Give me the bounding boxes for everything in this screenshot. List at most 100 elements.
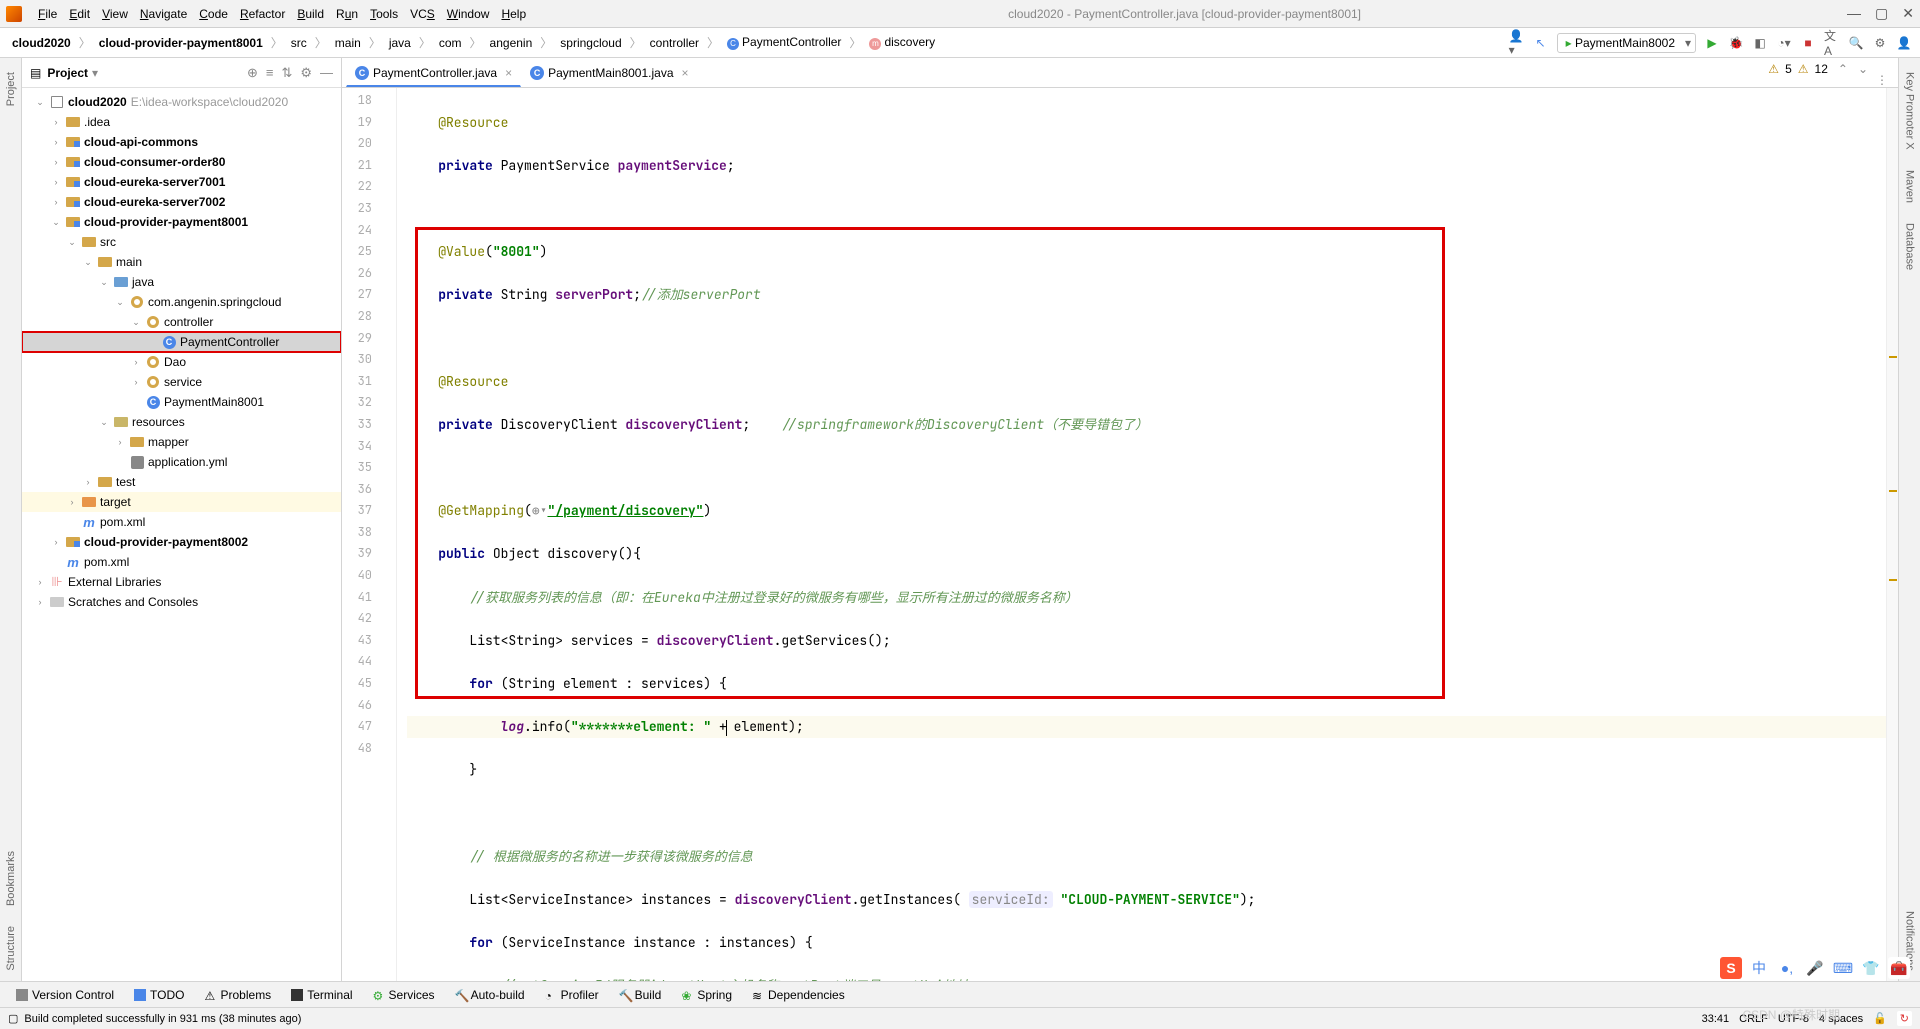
- add-user-icon[interactable]: 👤▾: [1509, 35, 1525, 51]
- tool-problems[interactable]: ⚠Problems: [197, 986, 280, 1004]
- tree-controller[interactable]: ⌄controller: [22, 312, 341, 332]
- select-opened-icon[interactable]: ⊕: [247, 65, 258, 81]
- tree-payment-controller[interactable]: CPaymentController: [22, 332, 341, 352]
- minimize-icon[interactable]: —: [1847, 5, 1861, 22]
- tool-spring[interactable]: ❀Spring: [673, 986, 740, 1004]
- mini-map[interactable]: [1886, 88, 1898, 981]
- search-icon[interactable]: 🔍: [1848, 35, 1864, 51]
- close-icon[interactable]: ✕: [1902, 5, 1914, 22]
- stop-icon[interactable]: ■: [1800, 35, 1816, 51]
- gutter[interactable]: 1819202122232425262728293031323334353637…: [342, 88, 397, 981]
- coverage-icon[interactable]: ◧: [1752, 35, 1768, 51]
- panel-settings-icon[interactable]: ⚙: [300, 65, 312, 81]
- tree-scratches[interactable]: ›Scratches and Consoles: [22, 592, 341, 612]
- run-icon[interactable]: ▶: [1704, 35, 1720, 51]
- menu-file[interactable]: File: [32, 3, 63, 25]
- tree-app-yml[interactable]: application.yml: [22, 452, 341, 472]
- profile-icon[interactable]: ◔▾: [1776, 35, 1792, 51]
- tree-payment8002[interactable]: ›cloud-provider-payment8002: [22, 532, 341, 552]
- status-restart-icon[interactable]: ↻: [1897, 1011, 1912, 1026]
- crumb-angenin[interactable]: angenin: [486, 34, 537, 52]
- menu-window[interactable]: Window: [441, 3, 496, 25]
- tree-java[interactable]: ⌄java: [22, 272, 341, 292]
- tool-database-tab[interactable]: Database: [1904, 223, 1916, 270]
- tree-main[interactable]: ⌄main: [22, 252, 341, 272]
- tree-target[interactable]: ›target: [22, 492, 341, 512]
- prev-highlight-icon[interactable]: ⌃: [1838, 62, 1848, 76]
- tree-eureka7002[interactable]: ›cloud-eureka-server7002: [22, 192, 341, 212]
- tool-todo[interactable]: TODO: [126, 986, 192, 1004]
- menu-tools[interactable]: Tools: [364, 3, 404, 25]
- tool-dependencies[interactable]: ≋Dependencies: [744, 986, 853, 1004]
- tab-payment-main[interactable]: CPaymentMain8001.java×: [521, 59, 697, 87]
- tree-idea[interactable]: ›.idea: [22, 112, 341, 132]
- tool-maven-tab[interactable]: Maven: [1904, 170, 1916, 203]
- collapse-all-icon[interactable]: ⇅: [281, 65, 292, 81]
- tree-eureka7001[interactable]: ›cloud-eureka-server7001: [22, 172, 341, 192]
- ime-sogou-icon[interactable]: S: [1720, 957, 1742, 979]
- crumb-project[interactable]: cloud2020: [8, 34, 75, 52]
- run-config-dropdown[interactable]: ▸ PaymentMain8002: [1557, 33, 1696, 53]
- tree-pom2[interactable]: mpom.xml: [22, 552, 341, 572]
- project-tree[interactable]: ⌄cloud2020E:\idea-workspace\cloud2020 ›.…: [22, 88, 341, 981]
- tool-services[interactable]: ⚙Services: [365, 986, 443, 1004]
- tool-structure-tab[interactable]: Structure: [5, 926, 17, 971]
- tree-src[interactable]: ⌄src: [22, 232, 341, 252]
- tool-bookmarks-tab[interactable]: Bookmarks: [5, 851, 17, 906]
- menu-help[interactable]: Help: [495, 3, 532, 25]
- menu-run[interactable]: Run: [330, 3, 364, 25]
- project-panel-dropdown[interactable]: ▾: [92, 66, 98, 80]
- tabs-more-icon[interactable]: ⋮: [1866, 73, 1898, 87]
- status-indent[interactable]: 4 spaces: [1819, 1013, 1863, 1025]
- status-icon[interactable]: ▢: [8, 1012, 18, 1025]
- menu-edit[interactable]: Edit: [63, 3, 96, 25]
- tree-consumer[interactable]: ›cloud-consumer-order80: [22, 152, 341, 172]
- tree-resources[interactable]: ⌄resources: [22, 412, 341, 432]
- crumb-com[interactable]: com: [435, 34, 466, 52]
- tool-build[interactable]: 🔨Build: [611, 986, 670, 1004]
- panel-hide-icon[interactable]: —: [320, 65, 333, 80]
- avatar-icon[interactable]: 👤: [1896, 35, 1912, 51]
- expand-all-icon[interactable]: ≡: [266, 65, 274, 80]
- ime-skin-icon[interactable]: 👕: [1860, 957, 1882, 979]
- tree-pom1[interactable]: mpom.xml: [22, 512, 341, 532]
- tree-payment-main[interactable]: CPaymentMain8001: [22, 392, 341, 412]
- crumb-java[interactable]: java: [385, 34, 415, 52]
- tree-root[interactable]: ⌄cloud2020E:\idea-workspace\cloud2020: [22, 92, 341, 112]
- tree-api-commons[interactable]: ›cloud-api-commons: [22, 132, 341, 152]
- translate-icon[interactable]: 文A: [1824, 35, 1840, 51]
- status-position[interactable]: 33:41: [1702, 1013, 1730, 1025]
- tool-project-tab[interactable]: Project: [5, 72, 17, 106]
- tree-mapper[interactable]: ›mapper: [22, 432, 341, 452]
- crumb-method[interactable]: mdiscovery: [865, 33, 939, 52]
- crumb-springcloud[interactable]: springcloud: [556, 34, 625, 52]
- tree-service[interactable]: ›service: [22, 372, 341, 392]
- settings-icon[interactable]: ⚙: [1872, 35, 1888, 51]
- status-encoding[interactable]: UTF-8: [1778, 1013, 1809, 1025]
- code-editor[interactable]: @Resource private PaymentService payment…: [397, 88, 1898, 981]
- tree-test[interactable]: ›test: [22, 472, 341, 492]
- tool-profiler[interactable]: ◔Profiler: [537, 986, 607, 1004]
- tab-payment-controller[interactable]: CPaymentController.java×: [346, 59, 521, 87]
- back-arrow-icon[interactable]: ↖: [1533, 35, 1549, 51]
- ime-punct-icon[interactable]: ●,: [1776, 957, 1798, 979]
- crumb-main[interactable]: main: [331, 34, 365, 52]
- status-lock-icon[interactable]: 🔓: [1873, 1012, 1887, 1025]
- ime-toolbox-icon[interactable]: 🧰: [1888, 957, 1910, 979]
- tab-close-icon[interactable]: ×: [682, 66, 689, 80]
- ime-mic-icon[interactable]: 🎤: [1804, 957, 1826, 979]
- menu-view[interactable]: View: [96, 3, 134, 25]
- tool-auto-build[interactable]: 🔨Auto-build: [447, 986, 533, 1004]
- tool-terminal[interactable]: Terminal: [283, 986, 360, 1004]
- debug-icon[interactable]: 🐞: [1728, 35, 1744, 51]
- menu-code[interactable]: Code: [193, 3, 234, 25]
- crumb-module[interactable]: cloud-provider-payment8001: [95, 34, 267, 52]
- menu-vcs[interactable]: VCS: [404, 3, 441, 25]
- ime-keyboard-icon[interactable]: ⌨: [1832, 957, 1854, 979]
- menu-refactor[interactable]: Refactor: [234, 3, 291, 25]
- ime-lang-icon[interactable]: 中: [1748, 957, 1770, 979]
- status-linesep[interactable]: CRLF: [1739, 1013, 1768, 1025]
- tab-close-icon[interactable]: ×: [505, 66, 512, 80]
- crumb-class[interactable]: CPaymentController: [723, 33, 845, 52]
- menu-build[interactable]: Build: [291, 3, 330, 25]
